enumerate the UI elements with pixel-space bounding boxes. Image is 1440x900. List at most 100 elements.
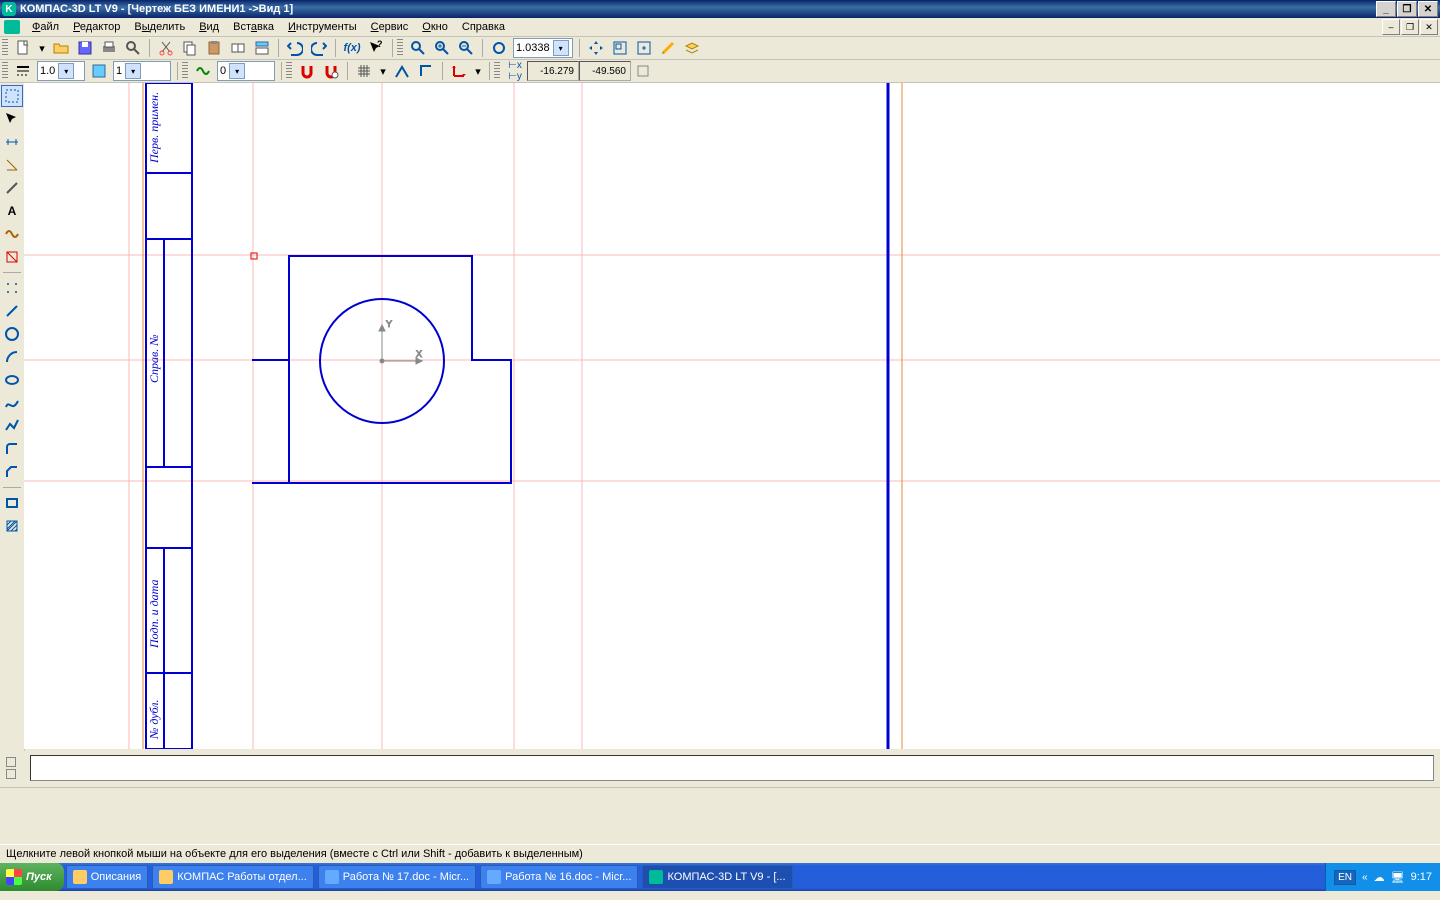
hatch-input[interactable]: 0▾ xyxy=(217,61,275,81)
pan-button[interactable] xyxy=(585,37,607,59)
menu-select[interactable]: Выделить xyxy=(128,19,191,35)
magnet-red-btn[interactable] xyxy=(296,60,318,82)
point-tool[interactable] xyxy=(1,277,23,299)
rect-tool[interactable] xyxy=(1,492,23,514)
properties-button[interactable] xyxy=(251,37,273,59)
zoom-window-button[interactable] xyxy=(407,37,429,59)
redo-button[interactable] xyxy=(308,37,330,59)
snap-btn[interactable] xyxy=(391,60,413,82)
grid-dd[interactable]: ▾ xyxy=(377,60,389,82)
break-tool[interactable] xyxy=(1,246,23,268)
selection-tool[interactable] xyxy=(1,85,23,107)
undo-button[interactable] xyxy=(284,37,306,59)
drawing-canvas[interactable]: X Y Перв. примен. Справ. № Подп. и дата … xyxy=(24,83,1440,749)
cmd-up-button[interactable] xyxy=(6,757,16,767)
variables-button[interactable]: f(x) xyxy=(341,37,363,59)
zoom-fit-button[interactable] xyxy=(488,37,510,59)
annotation-tool[interactable] xyxy=(1,154,23,176)
help-pointer-button[interactable]: ? xyxy=(365,37,387,59)
command-input[interactable] xyxy=(30,755,1434,781)
layer-input[interactable]: 1▾ xyxy=(113,61,171,81)
tray-icon[interactable]: 🖥 xyxy=(1391,871,1405,884)
dropdown-icon[interactable]: ▾ xyxy=(229,63,245,79)
hatch-lib-btn[interactable] xyxy=(192,60,214,82)
menu-tools[interactable]: Инструменты xyxy=(282,19,363,35)
toolbar-grip[interactable] xyxy=(286,62,292,80)
toolbar-grip[interactable] xyxy=(397,39,403,57)
taskbar-item[interactable]: Описания xyxy=(66,865,148,889)
mdi-minimize-button[interactable]: – xyxy=(1382,19,1400,35)
toolbar-grip[interactable] xyxy=(182,62,188,80)
menu-help[interactable]: Справка xyxy=(456,19,511,35)
print-button[interactable] xyxy=(98,37,120,59)
fillet-tool[interactable] xyxy=(1,438,23,460)
language-indicator[interactable]: EN xyxy=(1334,870,1356,885)
copy-props-button[interactable] xyxy=(227,37,249,59)
edit-tool[interactable] xyxy=(1,177,23,199)
magnet-config-btn[interactable] xyxy=(320,60,342,82)
paste-button[interactable] xyxy=(203,37,225,59)
grid-btn[interactable] xyxy=(353,60,375,82)
open-button[interactable] xyxy=(50,37,72,59)
dropdown-icon[interactable]: ▾ xyxy=(58,63,74,79)
preview-button[interactable] xyxy=(122,37,144,59)
coord-lock-btn[interactable] xyxy=(632,60,654,82)
clock[interactable]: 9:17 xyxy=(1411,871,1432,883)
ortho-btn[interactable] xyxy=(415,60,437,82)
layer-btn[interactable] xyxy=(88,60,110,82)
close-button[interactable]: ✕ xyxy=(1418,1,1438,17)
line-tool[interactable] xyxy=(1,300,23,322)
taskbar-item[interactable]: КОМПАС Работы отдел... xyxy=(152,865,314,889)
menu-view[interactable]: Вид xyxy=(193,19,225,35)
taskbar-item[interactable]: Работа № 17.doc - Micr... xyxy=(318,865,476,889)
measure-tool[interactable] xyxy=(1,223,23,245)
coord-mode-btn[interactable]: ⊢x⊢y xyxy=(504,60,526,82)
menu-window[interactable]: Окно xyxy=(416,19,454,35)
new-dropdown[interactable]: ▾ xyxy=(36,37,48,59)
toolbar-grip[interactable] xyxy=(2,62,8,80)
redraw-button[interactable] xyxy=(657,37,679,59)
toggle-layers-button[interactable] xyxy=(681,37,703,59)
menu-edit[interactable]: Редактор xyxy=(67,19,126,35)
spline-tool[interactable] xyxy=(1,392,23,414)
taskbar-item[interactable]: Работа № 16.doc - Micr... xyxy=(480,865,638,889)
save-button[interactable] xyxy=(74,37,96,59)
cmd-down-button[interactable] xyxy=(6,769,16,779)
cut-button[interactable] xyxy=(155,37,177,59)
zoom-prev-button[interactable] xyxy=(609,37,631,59)
local-cs-dd[interactable]: ▾ xyxy=(472,60,484,82)
polyline-tool[interactable] xyxy=(1,415,23,437)
restore-button[interactable]: ❐ xyxy=(1397,1,1417,17)
ellipse-tool[interactable] xyxy=(1,369,23,391)
taskbar-item-active[interactable]: КОМПАС-3D LT V9 - [... xyxy=(642,865,792,889)
line-style-btn[interactable] xyxy=(12,60,34,82)
dimension-tool[interactable] xyxy=(1,131,23,153)
menu-service[interactable]: Сервис xyxy=(365,19,415,35)
circle-tool[interactable] xyxy=(1,323,23,345)
new-button[interactable] xyxy=(12,37,34,59)
arc-tool[interactable] xyxy=(1,346,23,368)
param-tool[interactable]: A xyxy=(1,200,23,222)
local-cs-btn[interactable] xyxy=(448,60,470,82)
dropdown-icon[interactable]: ▾ xyxy=(553,40,569,56)
toolbar-grip[interactable] xyxy=(2,39,8,57)
mdi-close-button[interactable]: ✕ xyxy=(1420,19,1438,35)
zoom-value-input[interactable]: 1.0338▾ xyxy=(513,38,573,58)
dropdown-icon[interactable]: ▾ xyxy=(125,63,141,79)
hatch-tool[interactable] xyxy=(1,515,23,537)
minimize-button[interactable]: _ xyxy=(1376,1,1396,17)
mdi-restore-button[interactable]: ❐ xyxy=(1401,19,1419,35)
tray-expand-icon[interactable]: « xyxy=(1362,872,1368,883)
toolbar-grip[interactable] xyxy=(494,62,500,80)
geometry-tool[interactable] xyxy=(1,108,23,130)
line-width-input[interactable]: 1.0▾ xyxy=(37,61,85,81)
menu-file[interactable]: Файл xyxy=(26,19,65,35)
zoom-out-button[interactable] xyxy=(455,37,477,59)
zoom-in-button[interactable] xyxy=(431,37,453,59)
chamfer-tool[interactable] xyxy=(1,461,23,483)
menu-insert[interactable]: Вставка xyxy=(227,19,280,35)
zoom-all-button[interactable] xyxy=(633,37,655,59)
start-button[interactable]: Пуск xyxy=(0,863,64,891)
tray-icon[interactable]: ☁ xyxy=(1374,871,1385,884)
copy-button[interactable] xyxy=(179,37,201,59)
